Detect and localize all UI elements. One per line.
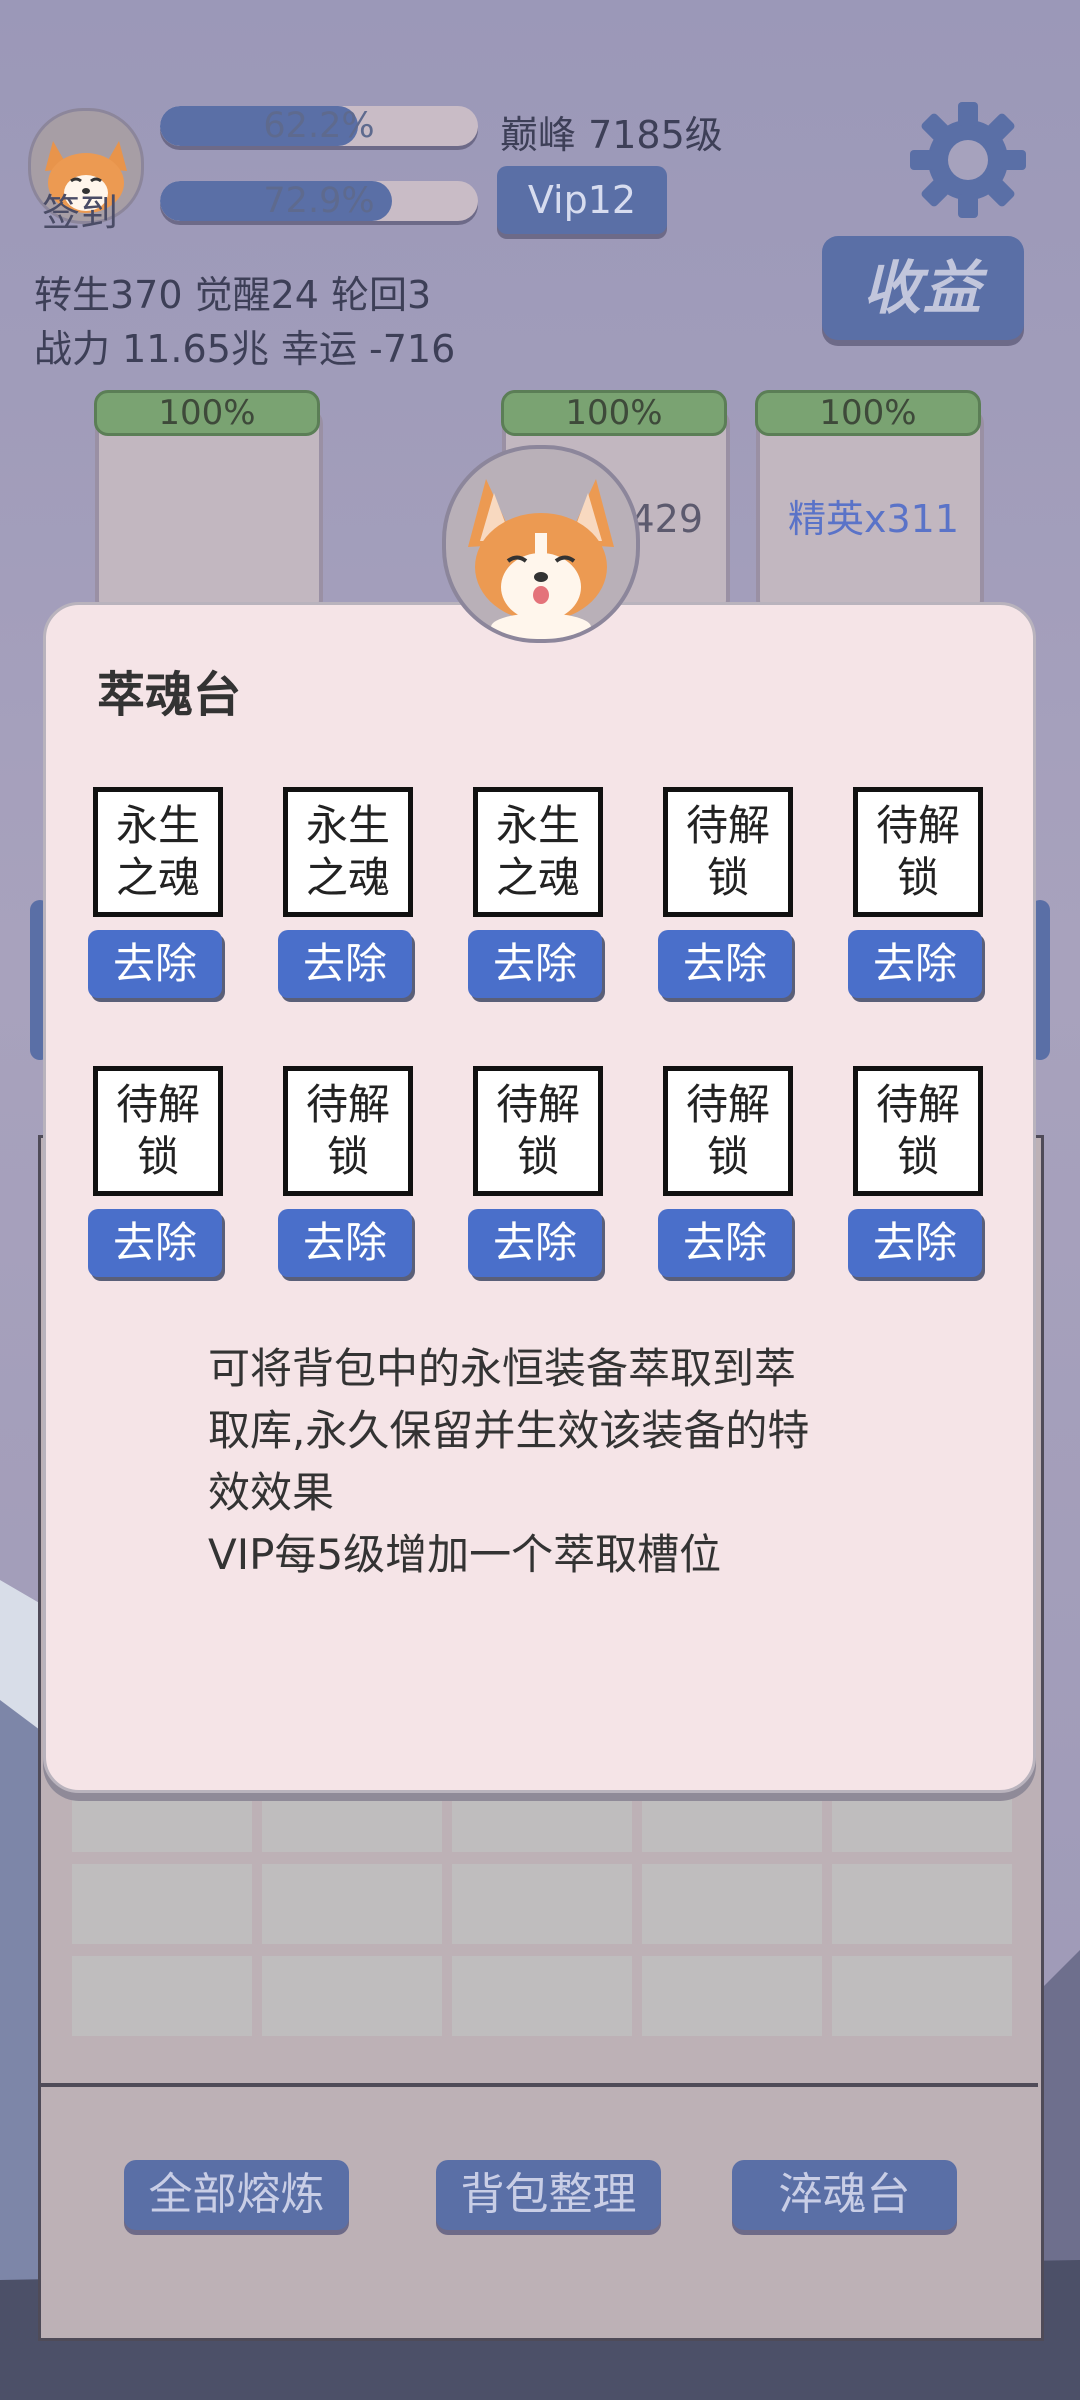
extraction-slot[interactable]: 待解锁 xyxy=(663,1066,793,1196)
extraction-slot[interactable]: 永生之魂 xyxy=(473,787,603,917)
extraction-slot[interactable]: 待解锁 xyxy=(473,1066,603,1196)
signin-label[interactable]: 签到 xyxy=(42,182,118,237)
slot-label: 待解锁 xyxy=(875,801,960,902)
smelt-all-button[interactable]: 全部熔炼 xyxy=(124,2160,349,2230)
modal-description: 可将背包中的永恒装备萃取到萃 取库,永久保留并生效该装备的特 效效果 VIP每5… xyxy=(208,1338,858,1586)
remove-button[interactable]: 去除 xyxy=(848,930,982,998)
peak-level: 巅峰 7185级 xyxy=(500,113,723,157)
slot-label: 待解锁 xyxy=(305,1080,390,1181)
inventory-slot[interactable] xyxy=(832,1864,1012,1944)
extraction-slot[interactable]: 待解锁 xyxy=(663,787,793,917)
sort-bag-button[interactable]: 背包整理 xyxy=(436,2160,661,2230)
exp-bar-2: 72.9% xyxy=(160,181,478,221)
slot-label: 永生之魂 xyxy=(115,801,200,902)
remove-button[interactable]: 去除 xyxy=(848,1209,982,1277)
mascot-frame xyxy=(442,445,640,643)
inventory-divider xyxy=(40,2083,1038,2087)
remove-button[interactable]: 去除 xyxy=(88,1209,222,1277)
inventory-slot[interactable] xyxy=(72,1956,252,2036)
extraction-slot[interactable]: 永生之魂 xyxy=(93,787,223,917)
remove-button[interactable]: 去除 xyxy=(468,1209,602,1277)
remove-button[interactable]: 去除 xyxy=(278,1209,412,1277)
soul-extraction-modal xyxy=(43,602,1036,1793)
inventory-slot[interactable] xyxy=(452,1956,632,2036)
gear-icon[interactable] xyxy=(908,100,1028,220)
remove-button[interactable]: 去除 xyxy=(658,1209,792,1277)
remove-button[interactable]: 去除 xyxy=(658,930,792,998)
inventory-slot[interactable] xyxy=(642,1956,822,2036)
slot-label: 永生之魂 xyxy=(495,801,580,902)
extraction-slot[interactable]: 待解锁 xyxy=(283,1066,413,1196)
inventory-slot[interactable] xyxy=(642,1864,822,1944)
slot-label: 永生之魂 xyxy=(305,801,390,902)
description-line-4: VIP每5级增加一个萃取槽位 xyxy=(208,1530,722,1579)
stats-line-1: 转生370 觉醒24 轮回3 xyxy=(34,273,432,317)
description-line-3: 效效果 xyxy=(208,1468,335,1517)
description-line-1: 可将背包中的永恒装备萃取到萃 xyxy=(208,1344,797,1393)
corgi-mascot-icon xyxy=(468,479,614,639)
vip-badge[interactable]: Vip12 xyxy=(497,166,667,234)
exp-bar-2-label: 72.9% xyxy=(263,181,375,221)
inventory-slot[interactable] xyxy=(72,1864,252,1944)
slot-label: 待解锁 xyxy=(875,1080,960,1181)
income-button[interactable]: 收益 xyxy=(822,236,1024,340)
inventory-slot[interactable] xyxy=(262,1956,442,2036)
description-line-2: 取库,永久保留并生效该装备的特 xyxy=(208,1406,810,1455)
stage-card-1[interactable] xyxy=(95,408,323,616)
extraction-slot[interactable]: 待解锁 xyxy=(853,787,983,917)
inventory-slot[interactable] xyxy=(832,1956,1012,2036)
inventory-slot[interactable] xyxy=(262,1864,442,1944)
remove-button[interactable]: 去除 xyxy=(88,930,222,998)
stats-line-2: 战力 11.65兆 幸运 -716 xyxy=(34,327,456,371)
modal-title: 萃魂台 xyxy=(97,667,242,723)
remove-button[interactable]: 去除 xyxy=(468,930,602,998)
stage-card-1-progress: 100% xyxy=(94,390,320,436)
remove-button[interactable]: 去除 xyxy=(278,930,412,998)
extraction-slot[interactable]: 待解锁 xyxy=(853,1066,983,1196)
stage-card-3-progress: 100% xyxy=(755,390,981,436)
slot-label: 待解锁 xyxy=(495,1080,580,1181)
extraction-slot[interactable]: 待解锁 xyxy=(93,1066,223,1196)
stage-card-2-progress: 100% xyxy=(501,390,727,436)
stage-card-3-text: 精英x311 xyxy=(788,497,960,541)
soul-altar-button[interactable]: 淬魂台 xyxy=(732,2160,957,2230)
exp-bar-1-label: 62.2% xyxy=(263,106,375,146)
slot-label: 待解锁 xyxy=(115,1080,200,1181)
slot-label: 待解锁 xyxy=(685,801,770,902)
slot-label: 待解锁 xyxy=(685,1080,770,1181)
inventory-slot[interactable] xyxy=(452,1864,632,1944)
extraction-slot[interactable]: 永生之魂 xyxy=(283,787,413,917)
exp-bar-1: 62.2% xyxy=(160,106,478,146)
game-screen: 签到 62.2% 72.9% 巅峰 7185级 Vip12 收益 转生370 觉… xyxy=(0,0,1080,2400)
